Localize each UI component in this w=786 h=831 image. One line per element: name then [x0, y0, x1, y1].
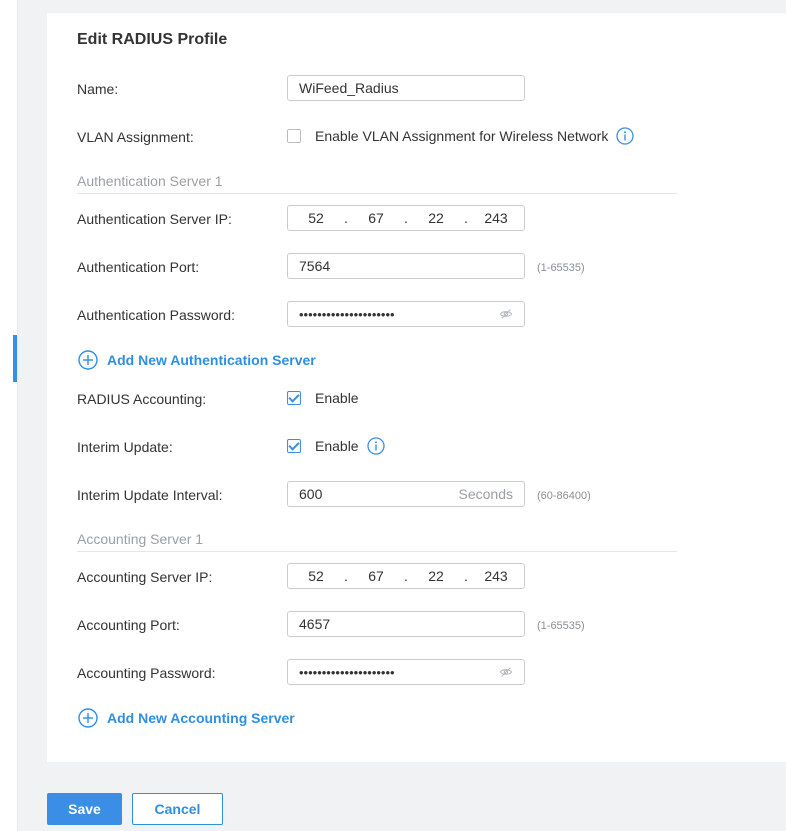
ip-octet[interactable]: 67: [348, 210, 404, 226]
auth-password-mask: •••••••••••••••••••••: [299, 306, 395, 322]
add-authentication-server-button[interactable]: Add New Authentication Server: [78, 350, 316, 370]
auth-server-section-title: Authentication Server 1: [77, 173, 677, 194]
accounting-server-ip-field[interactable]: 52 . 67 . 22 . 243: [287, 563, 525, 589]
save-button[interactable]: Save: [47, 793, 122, 825]
sidebar-active-indicator: [13, 335, 17, 382]
auth-server-ip-field[interactable]: 52 . 67 . 22 . 243: [287, 205, 525, 231]
interim-update-interval-value: 600: [299, 486, 323, 502]
vlan-assignment-row: Enable VLAN Assignment for Wireless Netw…: [287, 127, 634, 145]
accounting-password-label: Accounting Password:: [77, 665, 216, 681]
accounting-port-label: Accounting Port:: [77, 617, 180, 633]
eye-hidden-icon[interactable]: [499, 307, 513, 321]
name-label: Name:: [77, 81, 119, 97]
interim-update-interval-hint: (60-86400): [537, 490, 591, 502]
ip-octet[interactable]: 52: [288, 210, 344, 226]
name-field[interactable]: WiFeed_Radius: [287, 75, 525, 101]
accounting-port-value: 4657: [299, 616, 331, 632]
info-icon[interactable]: [366, 437, 385, 455]
auth-port-label: Authentication Port:: [77, 259, 200, 275]
interim-update-label: Interim Update:: [77, 439, 173, 455]
ip-octet[interactable]: 243: [468, 568, 524, 584]
interim-update-enable-label: Enable: [315, 438, 359, 454]
vlan-assignment-checkbox[interactable]: [287, 129, 301, 143]
add-authentication-server-label: Add New Authentication Server: [107, 352, 316, 368]
auth-port-hint: (1-65535): [537, 262, 585, 274]
ip-octet[interactable]: 22: [408, 568, 464, 584]
radius-accounting-checkbox[interactable]: [287, 391, 301, 405]
plus-circle-icon: [78, 350, 98, 370]
interim-update-interval-label: Interim Update Interval:: [77, 487, 223, 503]
ip-octet[interactable]: 67: [348, 568, 404, 584]
add-accounting-server-button[interactable]: Add New Accounting Server: [78, 708, 295, 728]
ip-octet[interactable]: 22: [408, 210, 464, 226]
ip-octet[interactable]: 243: [468, 210, 524, 226]
auth-port-value: 7564: [299, 258, 331, 274]
auth-server-ip-label: Authentication Server IP:: [77, 211, 232, 227]
interval-unit: Seconds: [458, 486, 513, 502]
auth-password-label: Authentication Password:: [77, 307, 235, 323]
plus-circle-icon: [78, 708, 98, 728]
edit-radius-profile-panel: Edit RADIUS Profile Name: WiFeed_Radius …: [47, 13, 786, 762]
radius-accounting-enable-label: Enable: [315, 390, 359, 406]
left-sidebar: [0, 0, 18, 831]
interim-update-checkbox[interactable]: [287, 439, 301, 453]
accounting-server-ip-label: Accounting Server IP:: [77, 569, 213, 585]
radius-accounting-row: Enable: [287, 390, 359, 406]
eye-hidden-icon[interactable]: [499, 665, 513, 679]
name-value: WiFeed_Radius: [299, 80, 399, 96]
page-title: Edit RADIUS Profile: [77, 31, 228, 48]
cancel-button[interactable]: Cancel: [132, 793, 223, 825]
interim-update-interval-field[interactable]: 600 Seconds: [287, 481, 525, 507]
accounting-password-mask: •••••••••••••••••••••: [299, 664, 395, 680]
accounting-password-field[interactable]: •••••••••••••••••••••: [287, 659, 525, 685]
accounting-port-hint: (1-65535): [537, 620, 585, 632]
auth-port-field[interactable]: 7564: [287, 253, 525, 279]
accounting-server-section-title: Accounting Server 1: [77, 531, 677, 552]
vlan-assignment-label: VLAN Assignment:: [77, 129, 194, 145]
add-accounting-server-label: Add New Accounting Server: [107, 710, 295, 726]
accounting-port-field[interactable]: 4657: [287, 611, 525, 637]
auth-password-field[interactable]: •••••••••••••••••••••: [287, 301, 525, 327]
interim-update-row: Enable: [287, 437, 385, 455]
vlan-assignment-checkbox-label: Enable VLAN Assignment for Wireless Netw…: [315, 128, 609, 144]
radius-accounting-label: RADIUS Accounting:: [77, 391, 207, 407]
info-icon[interactable]: [616, 127, 634, 145]
ip-octet[interactable]: 52: [288, 568, 344, 584]
